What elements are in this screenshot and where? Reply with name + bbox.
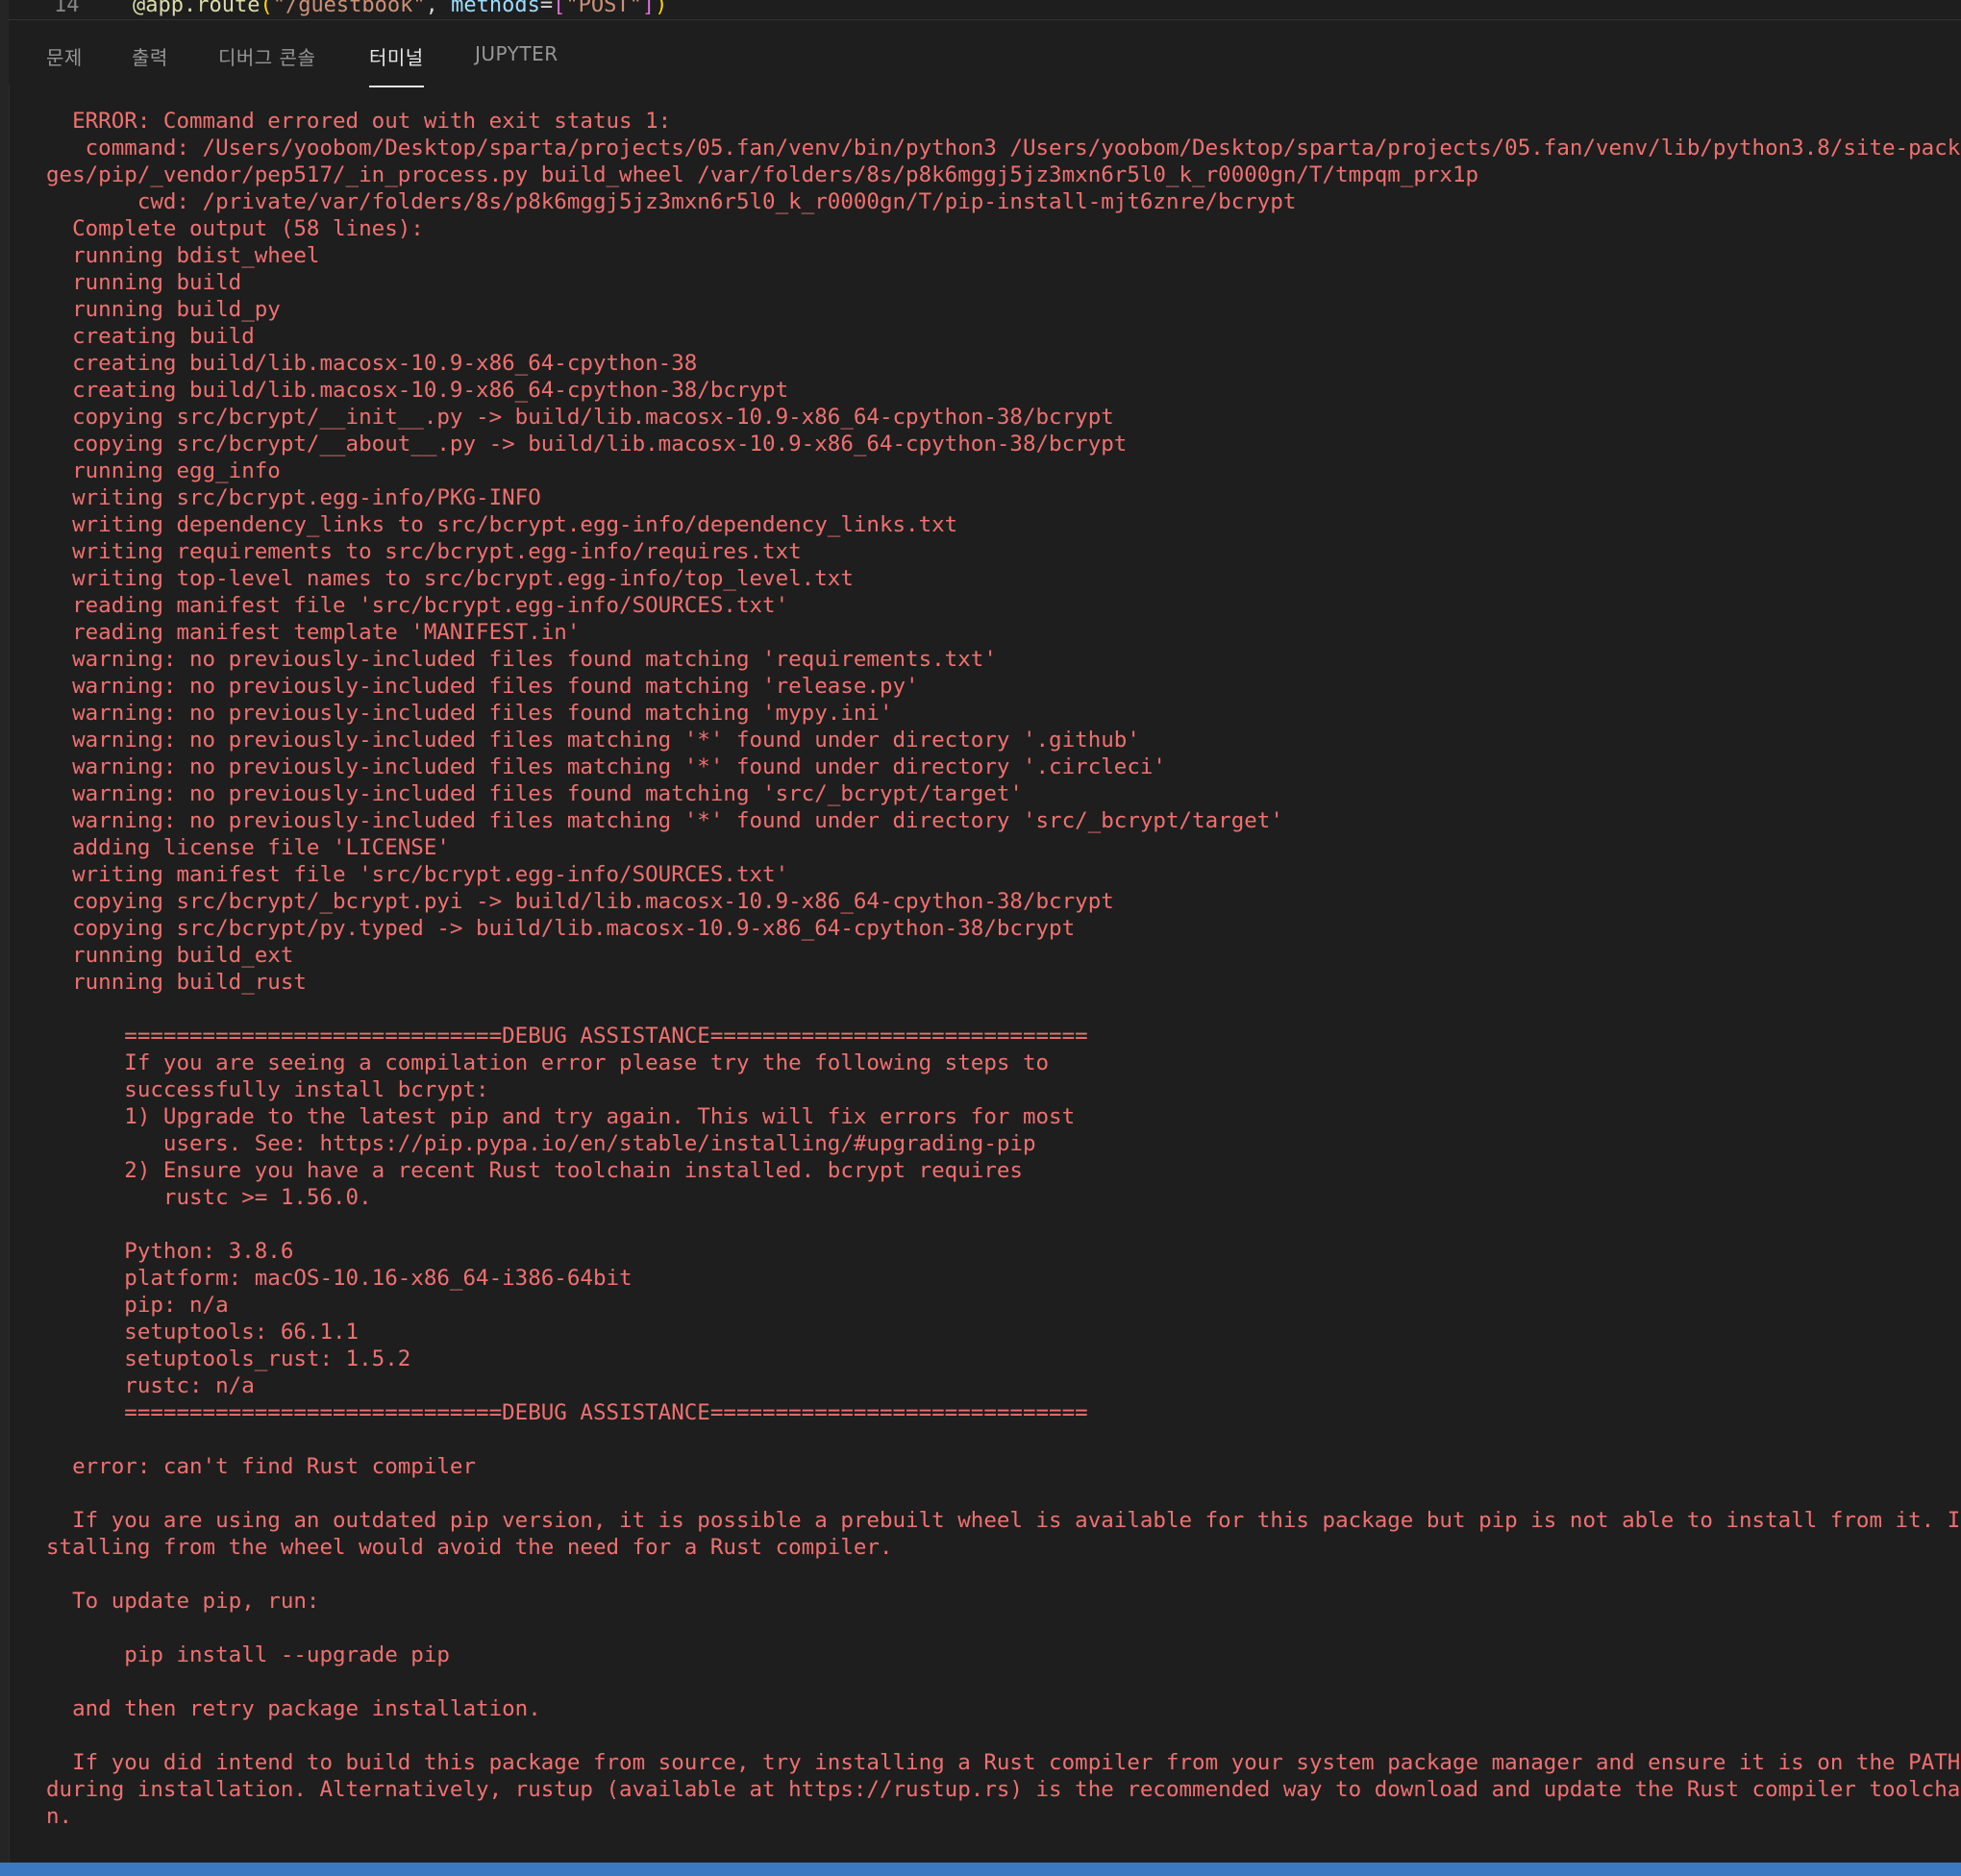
terminal-line: writing top-level names to src/bcrypt.eg…	[46, 566, 854, 591]
code-method-string: "POST"	[565, 0, 642, 17]
code-param: methods	[451, 0, 540, 17]
tab-debug-console[interactable]: 디버그 콘솔	[218, 42, 315, 70]
terminal-line: running build_py	[46, 297, 281, 322]
terminal-line: copying src/bcrypt/__init__.py -> build/…	[46, 405, 1114, 430]
terminal-line: running build	[46, 270, 242, 295]
terminal-line: successfully install bcrypt:	[46, 1077, 489, 1102]
code-equals: =	[539, 0, 554, 17]
terminal-line: warning: no previously-included files fo…	[46, 674, 919, 699]
tab-terminal-label: 터미널	[369, 46, 424, 69]
terminal-line: command: /Users/yoobom/Desktop/sparta/pr…	[46, 136, 1961, 160]
terminal-line: and then retry package installation.	[46, 1696, 541, 1721]
code-paren-close: )	[655, 0, 668, 17]
terminal-line: copying src/bcrypt/py.typed -> build/lib…	[46, 916, 1076, 941]
terminal-line: ges/pip/_vendor/pep517/_in_process.py bu…	[46, 162, 1479, 187]
terminal-line: copying src/bcrypt/__about__.py -> build…	[46, 432, 1128, 457]
panel-tab-bar: 문제 출력 디버그 콘솔 터미널 JUPYTER	[9, 21, 1961, 87]
terminal-line: 1) Upgrade to the latest pip and try aga…	[46, 1104, 1076, 1129]
terminal-line: setuptools: 66.1.1	[46, 1320, 360, 1345]
activity-rail	[0, 0, 10, 1863]
code-bracket-open: [	[553, 0, 566, 17]
terminal-line: warning: no previously-included files ma…	[46, 728, 1140, 753]
terminal-line: creating build/lib.macosx-10.9-x86_64-cp…	[46, 378, 789, 403]
terminal-line: writing dependency_links to src/bcrypt.e…	[46, 512, 958, 537]
terminal-line: running build_rust	[46, 970, 307, 995]
terminal-line: writing src/bcrypt.egg-info/PKG-INFO	[46, 485, 541, 510]
terminal-line: rustc: n/a	[46, 1373, 255, 1398]
tab-output[interactable]: 출력	[132, 42, 168, 70]
terminal-line: cwd: /private/var/folders/8s/p8k6mggj5jz…	[46, 189, 1297, 214]
terminal-line: reading manifest file 'src/bcrypt.egg-in…	[46, 593, 789, 618]
terminal-line: ERROR: Command errored out with exit sta…	[46, 109, 672, 134]
code-bracket-close: ]	[641, 0, 656, 17]
terminal-line: stalling from the wheel would avoid the …	[46, 1535, 893, 1560]
code-route-string: "/guestbook"	[272, 0, 426, 17]
editor-peek[interactable]: 14 @app.route("/guestbook", methods=["POS…	[9, 0, 1961, 20]
tab-jupyter[interactable]: JUPYTER	[475, 42, 559, 65]
terminal-line: platform: macOS-10.16-x86_64-i386-64bit	[46, 1266, 633, 1291]
terminal-line: adding license file 'LICENSE'	[46, 835, 450, 860]
terminal-line: running bdist_wheel	[46, 243, 320, 268]
terminal-line: warning: no previously-included files fo…	[46, 701, 893, 726]
terminal-line: =============================DEBUG ASSIS…	[46, 1024, 1088, 1049]
code-comma: ,	[425, 0, 452, 17]
terminal-line: =============================DEBUG ASSIS…	[46, 1400, 1088, 1425]
code-paren-open: (	[260, 0, 273, 17]
terminal-line: To update pip, run:	[46, 1589, 320, 1614]
terminal-line: reading manifest template 'MANIFEST.in'	[46, 620, 581, 645]
terminal-line: error: can't find Rust compiler	[46, 1454, 477, 1479]
line-number: 14	[54, 0, 80, 17]
code-line[interactable]: 14 @app.route("/guestbook", methods=["POS…	[54, 0, 667, 19]
tab-terminal[interactable]: 터미널	[369, 42, 424, 87]
terminal-line: 2) Ensure you have a recent Rust toolcha…	[46, 1158, 1023, 1183]
terminal-line: If you did intend to build this package …	[46, 1750, 1961, 1775]
terminal-line: running build_ext	[46, 943, 294, 968]
terminal-line: running egg_info	[46, 458, 281, 483]
terminal-line: n.	[46, 1804, 73, 1829]
terminal-line: If you are seeing a compilation error pl…	[46, 1050, 1050, 1075]
terminal-line: If you are using an outdated pip version…	[46, 1508, 1961, 1533]
terminal-line: creating build	[46, 324, 255, 349]
terminal-line: warning: no previously-included files ma…	[46, 808, 1283, 833]
terminal-line: copying src/bcrypt/_bcrypt.pyi -> build/…	[46, 889, 1114, 914]
terminal-line: warning: no previously-included files fo…	[46, 647, 997, 672]
terminal-line: setuptools_rust: 1.5.2	[46, 1346, 411, 1371]
terminal-output[interactable]: ERROR: Command errored out with exit sta…	[46, 108, 1961, 1838]
terminal-line: creating build/lib.macosx-10.9-x86_64-cp…	[46, 351, 698, 376]
terminal-line: writing manifest file 'src/bcrypt.egg-in…	[46, 862, 789, 887]
terminal-line: users. See: https://pip.pypa.io/en/stabl…	[46, 1131, 1036, 1156]
code-decorator: @app.route	[133, 0, 261, 17]
terminal-line: warning: no previously-included files ma…	[46, 754, 1166, 779]
terminal-line: pip: n/a	[46, 1293, 229, 1318]
terminal-line: pip install --upgrade pip	[46, 1642, 450, 1667]
terminal-line: during installation. Alternatively, rust…	[46, 1777, 1961, 1802]
tab-problems[interactable]: 문제	[46, 42, 83, 70]
terminal-line: Complete output (58 lines):	[46, 216, 424, 241]
terminal-line: rustc >= 1.56.0.	[46, 1185, 372, 1210]
terminal-line: warning: no previously-included files fo…	[46, 781, 1023, 806]
status-bar	[0, 1863, 1961, 1876]
active-tab-indicator	[369, 86, 424, 87]
terminal-line: writing requirements to src/bcrypt.egg-i…	[46, 539, 802, 564]
terminal-line: Python: 3.8.6	[46, 1239, 294, 1264]
